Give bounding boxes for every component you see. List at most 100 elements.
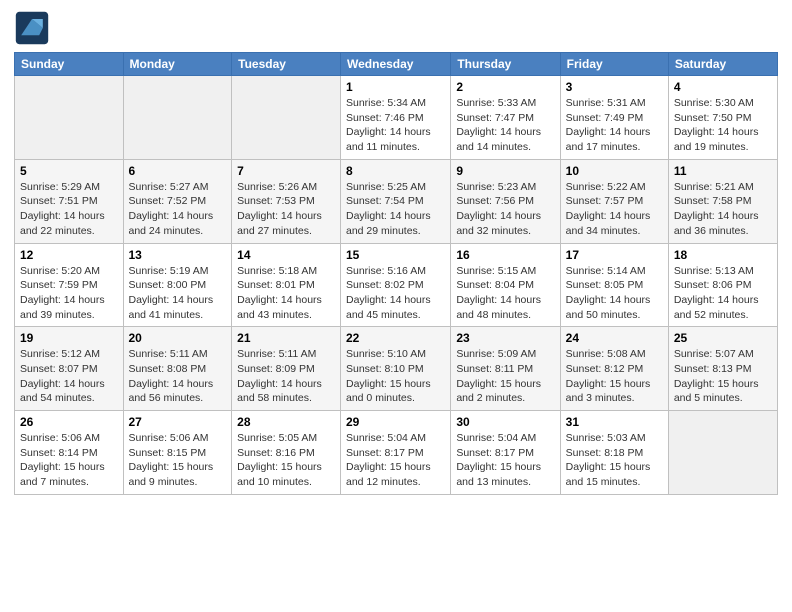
day-detail: Sunrise: 5:29 AMSunset: 7:51 PMDaylight:… xyxy=(20,180,118,239)
day-detail: Sunrise: 5:03 AMSunset: 8:18 PMDaylight:… xyxy=(566,431,663,490)
day-detail: Sunrise: 5:11 AMSunset: 8:09 PMDaylight:… xyxy=(237,347,335,406)
day-detail: Sunrise: 5:33 AMSunset: 7:47 PMDaylight:… xyxy=(456,96,554,155)
calendar-cell: 19 Sunrise: 5:12 AMSunset: 8:07 PMDayligh… xyxy=(15,327,124,411)
calendar-cell xyxy=(15,76,124,160)
calendar-cell: 20 Sunrise: 5:11 AMSunset: 8:08 PMDayligh… xyxy=(123,327,232,411)
day-detail: Sunrise: 5:12 AMSunset: 8:07 PMDaylight:… xyxy=(20,347,118,406)
calendar-cell: 6 Sunrise: 5:27 AMSunset: 7:52 PMDaylight… xyxy=(123,159,232,243)
day-detail: Sunrise: 5:06 AMSunset: 8:15 PMDaylight:… xyxy=(129,431,227,490)
day-detail: Sunrise: 5:27 AMSunset: 7:52 PMDaylight:… xyxy=(129,180,227,239)
day-number: 12 xyxy=(20,248,118,262)
logo xyxy=(14,10,56,46)
day-number: 19 xyxy=(20,331,118,345)
calendar-week-row: 5 Sunrise: 5:29 AMSunset: 7:51 PMDaylight… xyxy=(15,159,778,243)
day-number: 26 xyxy=(20,415,118,429)
day-detail: Sunrise: 5:14 AMSunset: 8:05 PMDaylight:… xyxy=(566,264,663,323)
calendar-cell: 10Sunrise: 5:22 AMSunset: 7:57 PMDayligh… xyxy=(560,159,668,243)
calendar-cell: 26 Sunrise: 5:06 AMSunset: 8:14 PMDayligh… xyxy=(15,411,124,495)
day-number: 28 xyxy=(237,415,335,429)
calendar-cell: 30Sunrise: 5:04 AMSunset: 8:17 PMDayligh… xyxy=(451,411,560,495)
calendar-body: 1Sunrise: 5:34 AMSunset: 7:46 PMDaylight… xyxy=(15,76,778,495)
day-number: 9 xyxy=(456,164,554,178)
calendar-cell: 18 Sunrise: 5:13 AMSunset: 8:06 PMDayligh… xyxy=(668,243,777,327)
day-detail: Sunrise: 5:19 AMSunset: 8:00 PMDaylight:… xyxy=(129,264,227,323)
calendar-cell: 31 Sunrise: 5:03 AMSunset: 8:18 PMDayligh… xyxy=(560,411,668,495)
day-detail: Sunrise: 5:20 AMSunset: 7:59 PMDaylight:… xyxy=(20,264,118,323)
day-number: 4 xyxy=(674,80,772,94)
calendar-cell: 11Sunrise: 5:21 AMSunset: 7:58 PMDayligh… xyxy=(668,159,777,243)
calendar-cell xyxy=(123,76,232,160)
calendar-cell: 28 Sunrise: 5:05 AMSunset: 8:16 PMDayligh… xyxy=(232,411,341,495)
day-number: 25 xyxy=(674,331,772,345)
day-detail: Sunrise: 5:08 AMSunset: 8:12 PMDaylight:… xyxy=(566,347,663,406)
day-number: 14 xyxy=(237,248,335,262)
day-number: 31 xyxy=(566,415,663,429)
calendar-cell: 4Sunrise: 5:30 AMSunset: 7:50 PMDaylight… xyxy=(668,76,777,160)
day-detail: Sunrise: 5:10 AMSunset: 8:10 PMDaylight:… xyxy=(346,347,445,406)
day-number: 2 xyxy=(456,80,554,94)
day-detail: Sunrise: 5:21 AMSunset: 7:58 PMDaylight:… xyxy=(674,180,772,239)
calendar-cell: 24 Sunrise: 5:08 AMSunset: 8:12 PMDayligh… xyxy=(560,327,668,411)
day-detail: Sunrise: 5:06 AMSunset: 8:14 PMDaylight:… xyxy=(20,431,118,490)
calendar-table: SundayMondayTuesdayWednesdayThursdayFrid… xyxy=(14,52,778,495)
calendar-cell: 29Sunrise: 5:04 AMSunset: 8:17 PMDayligh… xyxy=(341,411,451,495)
calendar-week-row: 12 Sunrise: 5:20 AMSunset: 7:59 PMDayligh… xyxy=(15,243,778,327)
weekday-header-thursday: Thursday xyxy=(451,53,560,76)
calendar-cell: 14 Sunrise: 5:18 AMSunset: 8:01 PMDayligh… xyxy=(232,243,341,327)
weekday-header-row: SundayMondayTuesdayWednesdayThursdayFrid… xyxy=(15,53,778,76)
calendar-week-row: 19 Sunrise: 5:12 AMSunset: 8:07 PMDayligh… xyxy=(15,327,778,411)
calendar-cell: 22 Sunrise: 5:10 AMSunset: 8:10 PMDayligh… xyxy=(341,327,451,411)
header xyxy=(14,10,778,46)
day-number: 16 xyxy=(456,248,554,262)
calendar-cell xyxy=(232,76,341,160)
calendar-cell: 9 Sunrise: 5:23 AMSunset: 7:56 PMDaylight… xyxy=(451,159,560,243)
day-detail: Sunrise: 5:13 AMSunset: 8:06 PMDaylight:… xyxy=(674,264,772,323)
day-detail: Sunrise: 5:15 AMSunset: 8:04 PMDaylight:… xyxy=(456,264,554,323)
day-detail: Sunrise: 5:09 AMSunset: 8:11 PMDaylight:… xyxy=(456,347,554,406)
calendar-header: SundayMondayTuesdayWednesdayThursdayFrid… xyxy=(15,53,778,76)
day-detail: Sunrise: 5:04 AMSunset: 8:17 PMDaylight:… xyxy=(456,431,554,490)
calendar-cell: 21Sunrise: 5:11 AMSunset: 8:09 PMDayligh… xyxy=(232,327,341,411)
day-number: 6 xyxy=(129,164,227,178)
day-number: 15 xyxy=(346,248,445,262)
calendar-week-row: 26 Sunrise: 5:06 AMSunset: 8:14 PMDayligh… xyxy=(15,411,778,495)
page: SundayMondayTuesdayWednesdayThursdayFrid… xyxy=(0,0,792,612)
calendar-cell: 2 Sunrise: 5:33 AMSunset: 7:47 PMDaylight… xyxy=(451,76,560,160)
calendar-cell: 1Sunrise: 5:34 AMSunset: 7:46 PMDaylight… xyxy=(341,76,451,160)
day-detail: Sunrise: 5:04 AMSunset: 8:17 PMDaylight:… xyxy=(346,431,445,490)
day-number: 8 xyxy=(346,164,445,178)
weekday-header-monday: Monday xyxy=(123,53,232,76)
calendar-cell xyxy=(668,411,777,495)
day-number: 27 xyxy=(129,415,227,429)
day-number: 7 xyxy=(237,164,335,178)
day-number: 20 xyxy=(129,331,227,345)
calendar-cell: 25 Sunrise: 5:07 AMSunset: 8:13 PMDayligh… xyxy=(668,327,777,411)
day-detail: Sunrise: 5:23 AMSunset: 7:56 PMDaylight:… xyxy=(456,180,554,239)
calendar-cell: 5 Sunrise: 5:29 AMSunset: 7:51 PMDaylight… xyxy=(15,159,124,243)
day-number: 5 xyxy=(20,164,118,178)
day-number: 17 xyxy=(566,248,663,262)
day-number: 18 xyxy=(674,248,772,262)
day-detail: Sunrise: 5:26 AMSunset: 7:53 PMDaylight:… xyxy=(237,180,335,239)
day-number: 23 xyxy=(456,331,554,345)
weekday-header-wednesday: Wednesday xyxy=(341,53,451,76)
day-detail: Sunrise: 5:16 AMSunset: 8:02 PMDaylight:… xyxy=(346,264,445,323)
calendar-week-row: 1Sunrise: 5:34 AMSunset: 7:46 PMDaylight… xyxy=(15,76,778,160)
weekday-header-friday: Friday xyxy=(560,53,668,76)
weekday-header-tuesday: Tuesday xyxy=(232,53,341,76)
calendar-cell: 13Sunrise: 5:19 AMSunset: 8:00 PMDayligh… xyxy=(123,243,232,327)
day-number: 22 xyxy=(346,331,445,345)
day-detail: Sunrise: 5:25 AMSunset: 7:54 PMDaylight:… xyxy=(346,180,445,239)
calendar-cell: 3 Sunrise: 5:31 AMSunset: 7:49 PMDaylight… xyxy=(560,76,668,160)
weekday-header-sunday: Sunday xyxy=(15,53,124,76)
day-detail: Sunrise: 5:31 AMSunset: 7:49 PMDaylight:… xyxy=(566,96,663,155)
day-detail: Sunrise: 5:18 AMSunset: 8:01 PMDaylight:… xyxy=(237,264,335,323)
calendar-cell: 17 Sunrise: 5:14 AMSunset: 8:05 PMDayligh… xyxy=(560,243,668,327)
weekday-header-saturday: Saturday xyxy=(668,53,777,76)
calendar-cell: 27 Sunrise: 5:06 AMSunset: 8:15 PMDayligh… xyxy=(123,411,232,495)
day-detail: Sunrise: 5:11 AMSunset: 8:08 PMDaylight:… xyxy=(129,347,227,406)
day-number: 24 xyxy=(566,331,663,345)
day-number: 3 xyxy=(566,80,663,94)
day-detail: Sunrise: 5:07 AMSunset: 8:13 PMDaylight:… xyxy=(674,347,772,406)
day-detail: Sunrise: 5:05 AMSunset: 8:16 PMDaylight:… xyxy=(237,431,335,490)
